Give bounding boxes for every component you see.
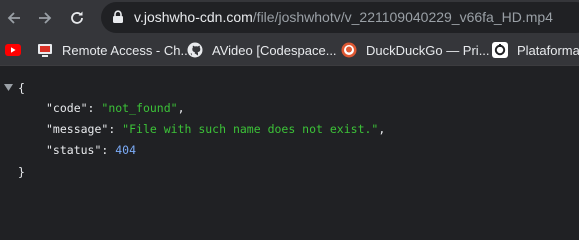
browser-toolbar: v.joshwho-cdn.com/file/joshwhotv/v_22110… [0,0,579,35]
bookmarks-bar: Remote Access - Ch... AVideo [Codespace.… [0,35,579,66]
url-path: /file/joshwhotv/v_221109040229_v66fa_HD.… [252,9,553,25]
json-value-number: 404 [115,143,137,157]
bookmark-label: Plataforma c [517,42,579,58]
lock-icon [113,10,123,23]
json-key: "code" [46,101,88,115]
bookmark-label: AVideo [Codespace... [212,42,337,58]
back-button[interactable] [2,6,26,30]
json-field-status: "status": 404 [46,143,137,157]
url-text: v.joshwho-cdn.com/file/joshwhotv/v_22110… [134,9,553,26]
json-open-brace: { [18,81,25,95]
json-field-message: "message": "File with such name does not… [46,122,386,136]
bookmark-youtube[interactable] [5,41,30,59]
address-bar[interactable]: v.joshwho-cdn.com/file/joshwhotv/v_22110… [101,2,579,33]
reload-button[interactable] [65,6,89,30]
json-field-code: "code": "not_found", [46,101,185,115]
arrow-left-icon [7,12,20,24]
json-value-string: "File with such name does not exist." [122,122,379,136]
json-comma: , [378,122,386,136]
json-key: "message" [46,122,109,136]
reload-icon [71,11,83,24]
json-value-string: "not_found" [101,101,178,115]
remote-desktop-icon [37,42,53,58]
json-close-brace: } [18,165,25,179]
collapse-triangle-icon[interactable] [4,84,13,91]
bookmark-avideo[interactable]: AVideo [Codespace... [187,41,337,59]
youtube-icon [5,42,21,58]
plataforma-icon [492,42,508,58]
arrow-right-icon [39,12,52,24]
bookmark-plataforma[interactable]: Plataforma c [492,41,579,59]
duckduckgo-icon [341,42,357,58]
github-icon [187,42,203,58]
json-comma: , [177,101,185,115]
bookmark-remote-access[interactable]: Remote Access - Ch... [37,41,191,59]
json-key: "status" [46,143,102,157]
bookmark-label: DuckDuckGo — Pri... [366,42,490,58]
bookmark-label: Remote Access - Ch... [62,42,192,58]
bookmark-duckduckgo[interactable]: DuckDuckGo — Pri... [341,41,490,59]
forward-button[interactable] [33,6,57,30]
url-host: v.joshwho-cdn.com [134,9,253,25]
